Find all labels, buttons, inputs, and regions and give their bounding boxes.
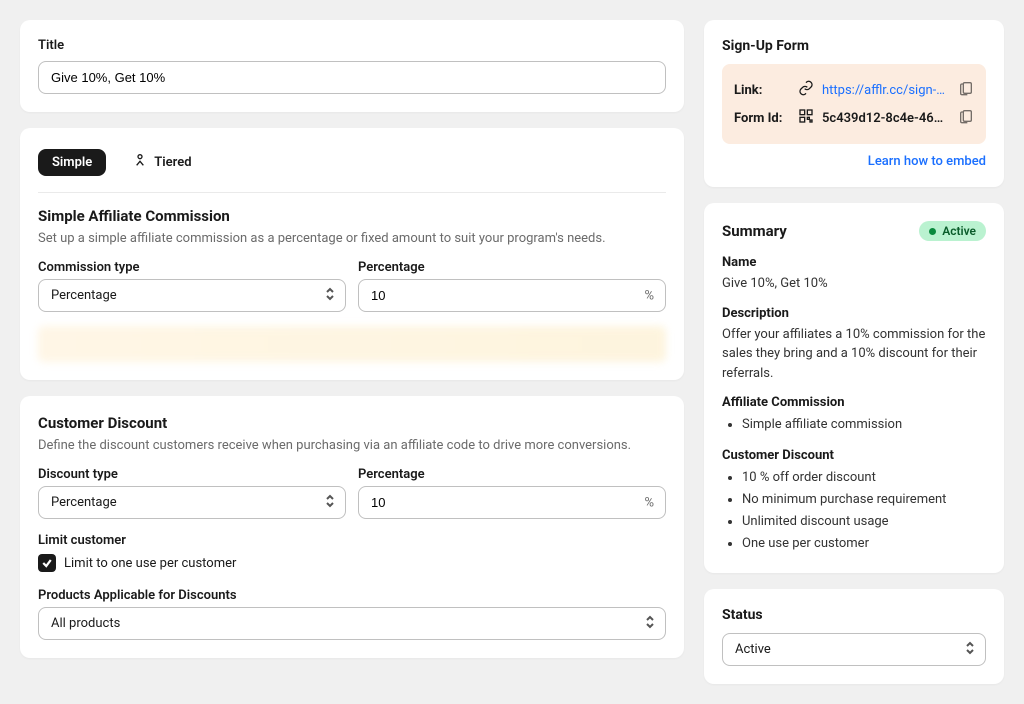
commission-pct-label: Percentage bbox=[358, 260, 666, 275]
products-select[interactable]: All products bbox=[38, 607, 666, 640]
products-label: Products Applicable for Discounts bbox=[38, 588, 666, 603]
summary-name-label: Name bbox=[722, 255, 986, 270]
copy-link-icon[interactable] bbox=[958, 80, 974, 100]
limit-checkbox[interactable] bbox=[38, 554, 56, 572]
signup-link-label: Link: bbox=[734, 83, 790, 98]
status-card: Status Active bbox=[704, 589, 1004, 684]
list-item: Simple affiliate commission bbox=[742, 414, 986, 436]
summary-comm-list: Simple affiliate commission bbox=[722, 414, 986, 436]
commission-type-select[interactable]: Percentage bbox=[38, 279, 346, 312]
learn-embed-link[interactable]: Learn how to embed bbox=[722, 154, 986, 169]
copy-formid-icon[interactable] bbox=[958, 108, 974, 128]
tab-tiered[interactable]: Tiered bbox=[118, 146, 205, 178]
discount-type-select[interactable]: Percentage bbox=[38, 486, 346, 519]
limit-checkbox-label: Limit to one use per customer bbox=[64, 556, 236, 571]
discount-heading: Customer Discount bbox=[38, 414, 666, 432]
list-item: 10 % off order discount bbox=[742, 467, 986, 489]
list-item: Unlimited discount usage bbox=[742, 511, 986, 533]
discount-card: Customer Discount Define the discount cu… bbox=[20, 396, 684, 658]
status-badge-text: Active bbox=[942, 224, 976, 238]
summary-comm-label: Affiliate Commission bbox=[722, 395, 986, 410]
commission-pct-input[interactable] bbox=[358, 279, 666, 312]
tiered-icon bbox=[132, 152, 148, 172]
tab-simple-label: Simple bbox=[52, 155, 92, 170]
status-badge: Active bbox=[919, 221, 986, 241]
summary-desc-label: Description bbox=[722, 306, 986, 321]
signup-heading: Sign-Up Form bbox=[722, 38, 986, 54]
limit-customer-label: Limit customer bbox=[38, 533, 666, 548]
discount-pct-input[interactable] bbox=[358, 486, 666, 519]
commission-pct-suffix: % bbox=[644, 288, 654, 303]
blurred-content bbox=[38, 326, 666, 362]
summary-desc-value: Offer your affiliates a 10% commission f… bbox=[722, 325, 986, 384]
signup-formid-label: Form Id: bbox=[734, 111, 790, 126]
qr-icon bbox=[798, 108, 814, 128]
title-card: Title bbox=[20, 20, 684, 112]
discount-type-label: Discount type bbox=[38, 467, 346, 482]
signup-formid-value: 5c439d12-8c4e-4610... bbox=[822, 111, 950, 126]
link-icon bbox=[798, 80, 814, 100]
commission-card: Simple Tiered Simple Affiliate Commissio… bbox=[20, 128, 684, 380]
summary-name-value: Give 10%, Get 10% bbox=[722, 274, 986, 294]
discount-sub: Define the discount customers receive wh… bbox=[38, 438, 666, 453]
signup-card: Sign-Up Form Link: https://afflr.cc/sign… bbox=[704, 20, 1004, 187]
status-dot-icon bbox=[929, 228, 936, 235]
list-item: One use per customer bbox=[742, 533, 986, 555]
signup-link-value[interactable]: https://afflr.cc/sign-up/... bbox=[822, 83, 950, 98]
commission-heading: Simple Affiliate Commission bbox=[38, 207, 666, 225]
commission-sub: Set up a simple affiliate commission as … bbox=[38, 231, 666, 246]
summary-card: Summary Active Name Give 10%, Get 10% De… bbox=[704, 203, 1004, 573]
commission-type-label: Commission type bbox=[38, 260, 346, 275]
title-label: Title bbox=[38, 38, 666, 53]
tab-simple[interactable]: Simple bbox=[38, 149, 106, 176]
status-heading: Status bbox=[722, 607, 986, 623]
discount-pct-label: Percentage bbox=[358, 467, 666, 482]
commission-tabs: Simple Tiered bbox=[38, 146, 666, 193]
summary-disc-list: 10 % off order discountNo minimum purcha… bbox=[722, 467, 986, 555]
title-input[interactable] bbox=[38, 61, 666, 94]
summary-heading: Summary bbox=[722, 222, 787, 240]
tab-tiered-label: Tiered bbox=[154, 155, 191, 170]
discount-pct-suffix: % bbox=[644, 495, 654, 510]
signup-box: Link: https://afflr.cc/sign-up/... Form … bbox=[722, 64, 986, 144]
summary-disc-label: Customer Discount bbox=[722, 448, 986, 463]
status-select[interactable]: Active bbox=[722, 633, 986, 666]
list-item: No minimum purchase requirement bbox=[742, 489, 986, 511]
